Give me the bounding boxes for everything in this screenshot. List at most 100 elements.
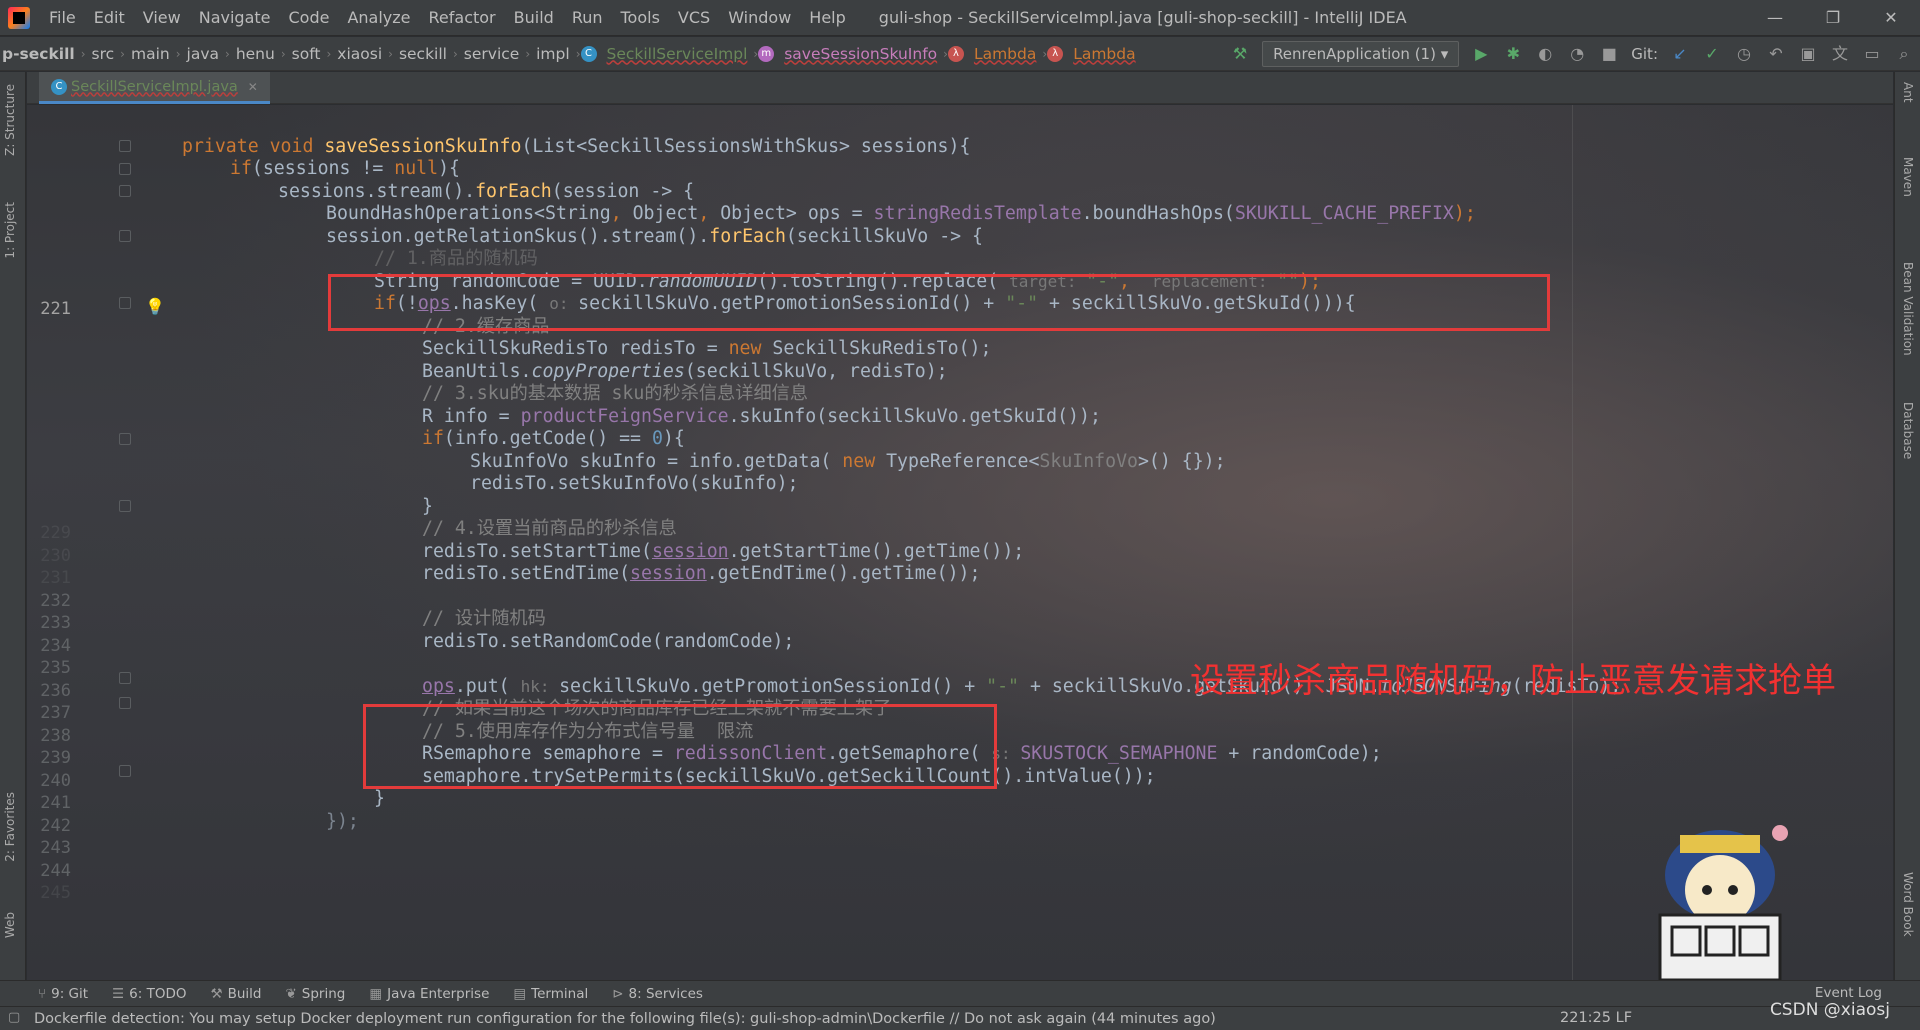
fold-marker-icon[interactable] <box>119 140 131 152</box>
fold-marker-icon[interactable] <box>119 163 131 175</box>
build-hammer-icon[interactable]: ⚒ <box>1230 44 1250 64</box>
menu-navigate[interactable]: Navigate <box>190 8 280 27</box>
git-commit-icon[interactable]: ✓ <box>1702 44 1722 64</box>
breadcrumb-main[interactable]: main <box>125 45 176 63</box>
menu-vcs[interactable]: VCS <box>669 8 719 27</box>
todo-tool-tab-label: 6: TODO <box>129 985 187 1002</box>
fold-marker-icon[interactable] <box>119 185 131 197</box>
git-tool-tab[interactable]: ⑂ 9: Git <box>0 986 100 1002</box>
chevron-right-icon: › <box>575 46 581 61</box>
menu-edit[interactable]: Edit <box>85 8 134 27</box>
structure-tab[interactable]: Z: Structure <box>3 84 17 156</box>
minimize-icon[interactable]: — <box>1746 0 1804 36</box>
fold-marker-icon[interactable] <box>119 765 131 777</box>
event-log-tab[interactable]: Event Log <box>1815 985 1882 1001</box>
ant-tab[interactable]: Ant <box>1901 82 1915 103</box>
lambda-icon: λ <box>947 45 964 62</box>
coverage-icon[interactable]: ◐ <box>1535 44 1555 64</box>
highlight-box-random-code <box>328 274 1550 331</box>
menu-code[interactable]: Code <box>280 8 339 27</box>
bean-validation-tab[interactable]: Bean Validation <box>1901 262 1915 356</box>
close-icon[interactable]: ✕ <box>1862 0 1920 36</box>
menu-refactor[interactable]: Refactor <box>420 8 505 27</box>
watermark: CSDN @xiaosj <box>1769 1000 1890 1020</box>
restore-icon[interactable]: ❐ <box>1804 0 1862 36</box>
terminal-tool-tab[interactable]: ▤ Terminal <box>501 986 600 1002</box>
git-update-icon[interactable]: ↙ <box>1670 44 1690 64</box>
fold-marker-icon[interactable] <box>119 297 131 309</box>
profile-icon[interactable]: ◔ <box>1567 44 1587 64</box>
git-history-icon[interactable]: ◷ <box>1734 44 1754 64</box>
breadcrumb-class[interactable]: SeckillServiceImpl <box>601 45 754 63</box>
project-tab[interactable]: 1: Project <box>3 202 17 259</box>
window-controls: — ❐ ✕ <box>1746 0 1920 36</box>
menu-analyze[interactable]: Analyze <box>338 8 419 27</box>
code-line: redisTo.setSkuInfoVo(skuInfo); <box>470 473 799 494</box>
git-rollback-icon[interactable]: ↶ <box>1766 44 1786 64</box>
menu-build[interactable]: Build <box>505 8 563 27</box>
breadcrumb-seckill[interactable]: seckill <box>393 45 453 63</box>
lightbulb-icon[interactable]: 💡 <box>145 297 165 316</box>
java-enterprise-tool-tab[interactable]: ▦ Java Enterprise <box>357 986 501 1002</box>
editor-tab-seckill-service-impl[interactable]: C SeckillServiceImpl.java ✕ <box>39 72 270 104</box>
breadcrumb-module[interactable]: p-seckill <box>0 45 81 63</box>
breadcrumb-lambda-2[interactable]: Lambda <box>1067 45 1141 63</box>
debug-icon[interactable]: ✱ <box>1503 44 1523 64</box>
fold-marker-icon[interactable] <box>119 672 131 684</box>
git-label: Git: <box>1631 45 1658 63</box>
menu-window[interactable]: Window <box>719 8 800 27</box>
fold-marker-icon[interactable] <box>119 433 131 445</box>
translate-icon[interactable]: 文 <box>1830 44 1850 64</box>
presentation-icon[interactable]: ▭ <box>1862 44 1882 64</box>
maven-tab[interactable]: Maven <box>1901 157 1915 197</box>
line-number: 245 <box>40 883 71 903</box>
code-line: redisTo.setRandomCode(randomCode); <box>422 631 795 652</box>
stop-icon[interactable]: ■ <box>1599 44 1619 64</box>
todo-tool-tab[interactable]: ☰ 6: TODO <box>100 986 198 1002</box>
menu-view[interactable]: View <box>134 8 190 27</box>
breadcrumb-method[interactable]: saveSessionSkuInfo <box>778 45 943 63</box>
search-icon[interactable]: ⌕ <box>1894 44 1914 64</box>
breadcrumb-soft[interactable]: soft <box>286 45 327 63</box>
services-tool-tab[interactable]: ⊳ 8: Services <box>600 986 715 1002</box>
breadcrumb-impl[interactable]: impl <box>530 45 576 63</box>
fold-marker-icon[interactable] <box>119 697 131 709</box>
menu-bar: File Edit View Navigate Code Analyze Ref… <box>0 0 1920 36</box>
breadcrumb-java[interactable]: java <box>181 45 225 63</box>
breadcrumb-henu[interactable]: henu <box>230 45 281 63</box>
fold-marker-icon[interactable] <box>119 230 131 242</box>
close-tab-icon[interactable]: ✕ <box>248 80 258 94</box>
menu-help[interactable]: Help <box>800 8 854 27</box>
breadcrumb-lambda-1[interactable]: Lambda <box>968 45 1042 63</box>
database-tab[interactable]: Database <box>1901 402 1915 459</box>
web-tab[interactable]: Web <box>3 912 17 938</box>
class-icon: C <box>580 45 597 62</box>
breadcrumb-xiaosi[interactable]: xiaosi <box>331 45 388 63</box>
menu-run[interactable]: Run <box>563 8 612 27</box>
hammer-icon: ⚒ <box>210 985 223 1002</box>
menu-tools[interactable]: Tools <box>612 8 669 27</box>
toggle-tool-windows-icon[interactable]: ▢ <box>8 1010 20 1025</box>
menu-file[interactable]: File <box>40 8 85 27</box>
code-line: }); <box>326 811 359 832</box>
word-book-tab[interactable]: Word Book <box>1901 872 1915 937</box>
favorites-tab[interactable]: 2: Favorites <box>3 792 17 862</box>
project-structure-icon[interactable]: ▣ <box>1798 44 1818 64</box>
right-tool-strip: Ant Maven Bean Validation Database Word … <box>1894 72 1920 985</box>
line-number: 221 <box>40 299 71 319</box>
editor-gutter: 221 229 230 231 232 233 234 235 236 237 … <box>27 105 165 980</box>
editor-tab-bar: C SeckillServiceImpl.java ✕ <box>27 72 1893 104</box>
breadcrumb-src[interactable]: src <box>86 45 121 63</box>
spring-tool-tab[interactable]: ❦ Spring <box>273 986 357 1002</box>
line-number: 238 <box>40 726 71 746</box>
terminal-tool-tab-label: Terminal <box>531 985 589 1002</box>
build-tool-tab[interactable]: ⚒ Build <box>198 986 273 1002</box>
status-message[interactable]: Dockerfile detection: You may setup Dock… <box>34 1011 1216 1027</box>
run-configuration-select[interactable]: RenrenApplication (1) ▾ <box>1262 41 1460 67</box>
breadcrumb-service[interactable]: service <box>458 45 526 63</box>
code-line: } <box>374 788 385 809</box>
run-icon[interactable]: ▶ <box>1471 44 1491 64</box>
line-number: 237 <box>40 703 71 723</box>
caret-position[interactable]: 221:25 LF <box>1560 1010 1632 1026</box>
fold-marker-icon[interactable] <box>119 500 131 512</box>
